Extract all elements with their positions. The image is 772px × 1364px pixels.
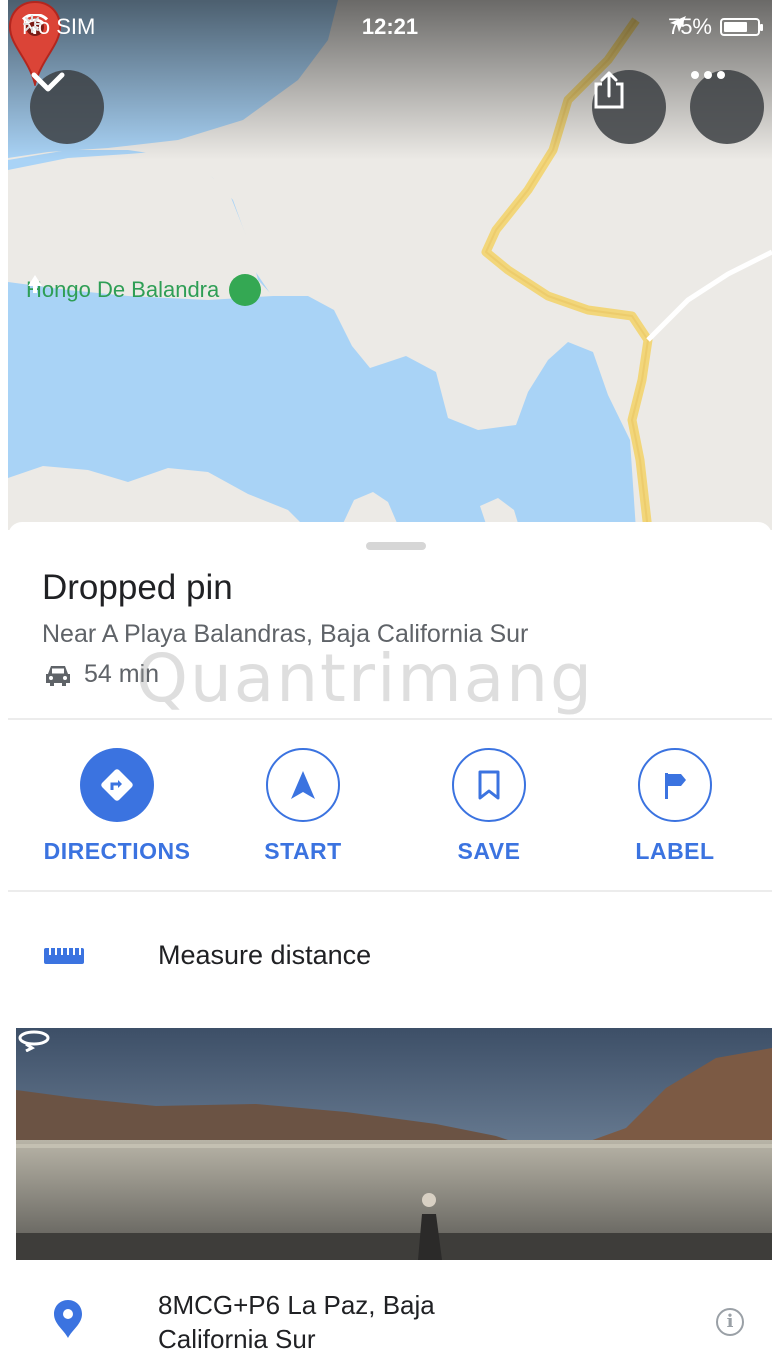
park-tree-icon <box>28 274 262 306</box>
flag-icon <box>665 773 686 799</box>
map-place-label[interactable]: Hongo De Balandra <box>26 274 262 306</box>
collapse-button[interactable] <box>30 70 104 144</box>
label-label: LABEL <box>635 838 715 864</box>
panorama-360-icon[interactable] <box>16 1028 52 1052</box>
directions-button[interactable]: DIRECTIONS <box>22 724 212 884</box>
label-button[interactable]: LABEL <box>580 724 770 884</box>
battery-icon <box>720 18 763 36</box>
save-circle <box>452 748 526 822</box>
start-button[interactable]: START <box>208 724 398 884</box>
label-circle <box>638 748 712 822</box>
location-arrow-icon <box>669 16 686 32</box>
collapse-chevron-icon <box>31 72 65 92</box>
sheet-drag-handle[interactable] <box>366 542 426 550</box>
navigation-arrow-icon <box>291 771 315 799</box>
measure-distance-label: Measure distance <box>158 940 372 970</box>
street-view-photo[interactable] <box>16 1028 772 1260</box>
save-label: SAVE <box>457 838 521 864</box>
bookmark-icon <box>478 770 500 800</box>
share-button[interactable] <box>592 70 666 144</box>
measure-distance-row[interactable]: Measure distance <box>8 898 772 1014</box>
ruler-icon <box>44 948 84 964</box>
beach-panorama-image <box>16 1028 772 1260</box>
directions-label: DIRECTIONS <box>43 838 191 864</box>
action-buttons-row: DIRECTIONS START SAVE LABEL <box>8 724 772 884</box>
place-title: Dropped pin <box>42 568 233 607</box>
directions-icon <box>101 769 133 801</box>
plus-code-row[interactable]: 8MCG+P6 La Paz, Baja California Sur i <box>8 1274 772 1364</box>
status-time: 12:21 <box>361 14 419 39</box>
start-label: START <box>264 838 342 864</box>
map-terrain <box>8 0 772 530</box>
watermark-text: Quantrimang <box>136 640 594 717</box>
save-button[interactable]: SAVE <box>394 724 584 884</box>
more-options-icon <box>691 71 725 79</box>
start-circle <box>266 748 340 822</box>
divider <box>8 890 772 892</box>
map-view[interactable]: Hongo De Balandra No SIM 12:21 75% <box>8 0 772 530</box>
location-pin-icon <box>54 1300 82 1338</box>
divider <box>8 718 772 720</box>
car-icon <box>46 665 70 686</box>
map-place-label-text: Hongo De Balandra <box>26 277 220 302</box>
directions-circle <box>80 748 154 822</box>
status-bar: No SIM 12:21 75% <box>8 0 772 56</box>
more-options-button[interactable] <box>690 70 764 144</box>
share-icon <box>594 71 624 109</box>
info-icon[interactable]: i <box>716 1308 744 1336</box>
plus-code-text: 8MCG+P6 La Paz, Baja California Sur <box>158 1290 435 1354</box>
battery-level-fill <box>724 22 747 32</box>
google-maps-place-screen: Hongo De Balandra No SIM 12:21 75% Dropp… <box>8 0 772 1364</box>
